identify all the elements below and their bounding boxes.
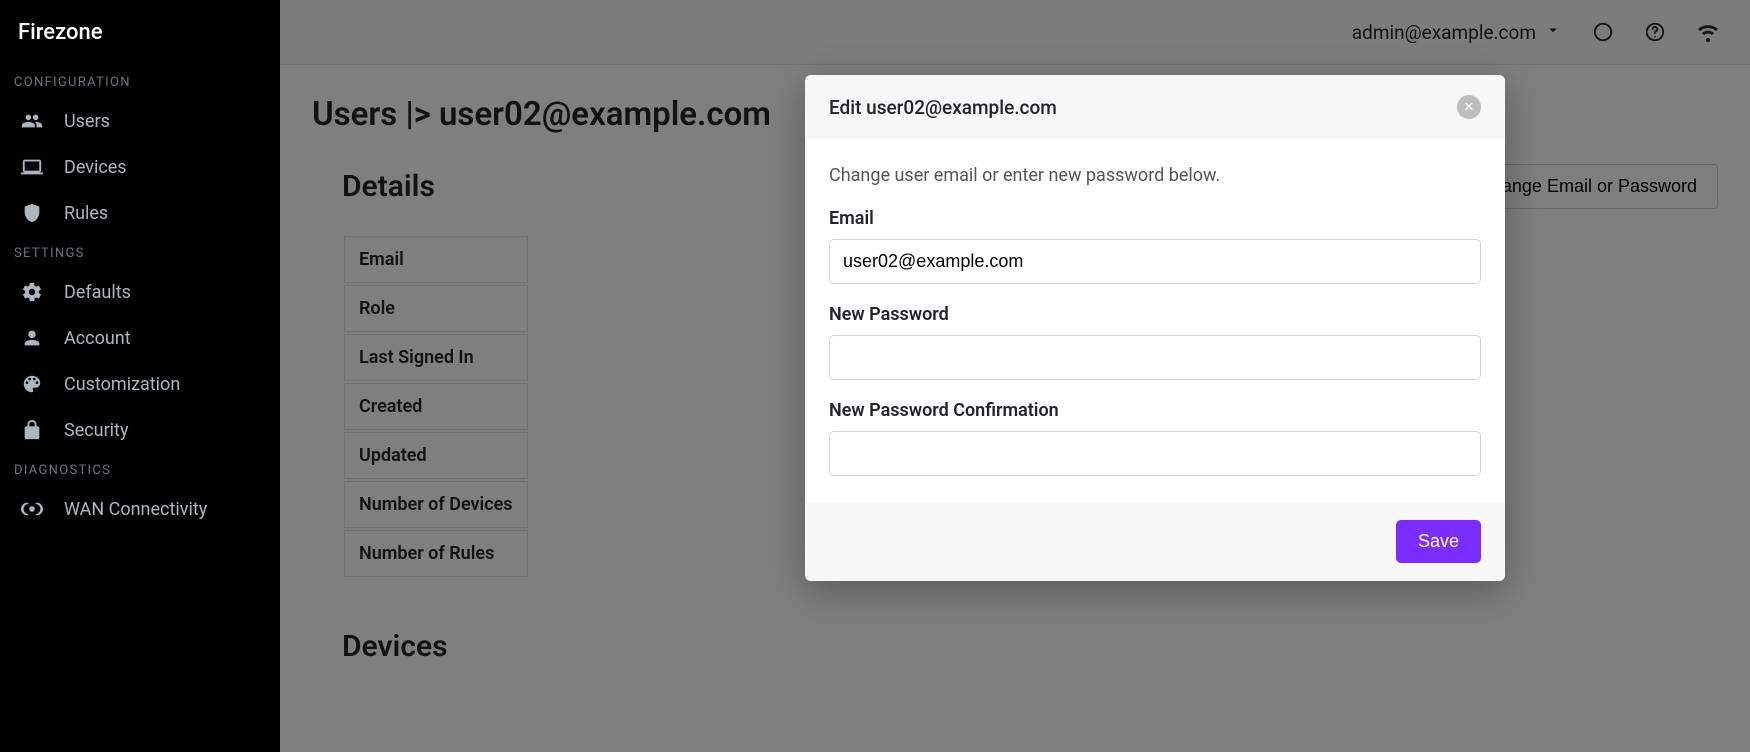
sidebar-section-diagnostics: DIAGNOSTICS	[0, 453, 280, 486]
sidebar-item-rules[interactable]: Rules	[0, 190, 280, 236]
antenna-icon	[18, 498, 46, 520]
sidebar-item-account[interactable]: Account	[0, 315, 280, 361]
sidebar-item-label: Rules	[64, 203, 108, 224]
laptop-icon	[18, 156, 46, 178]
email-label: Email	[829, 208, 1481, 229]
sidebar-item-label: Defaults	[64, 282, 131, 303]
modal-close-button[interactable]: ✕	[1457, 95, 1481, 119]
close-icon: ✕	[1464, 100, 1475, 115]
rules-icon	[18, 202, 46, 224]
save-button[interactable]: Save	[1396, 520, 1481, 563]
lock-icon	[18, 419, 46, 441]
sidebar-item-devices[interactable]: Devices	[0, 144, 280, 190]
sidebar-item-label: Customization	[64, 374, 180, 395]
sidebar-item-label: WAN Connectivity	[64, 499, 207, 520]
sidebar-item-label: Account	[64, 328, 131, 349]
brand[interactable]: Firezone	[0, 0, 280, 65]
sidebar-item-security[interactable]: Security	[0, 407, 280, 453]
sidebar-item-users[interactable]: Users	[0, 98, 280, 144]
sidebar-item-label: Users	[64, 111, 110, 132]
sidebar-item-label: Security	[64, 420, 128, 441]
sidebar-item-label: Devices	[64, 157, 127, 178]
new-password-label: New Password	[829, 304, 1481, 325]
sidebar: Firezone CONFIGURATION Users Devices Rul…	[0, 0, 280, 752]
modal-title: Edit user02@example.com	[829, 96, 1057, 119]
sidebar-item-defaults[interactable]: Defaults	[0, 269, 280, 315]
sidebar-item-customization[interactable]: Customization	[0, 361, 280, 407]
gear-icon	[18, 281, 46, 303]
sidebar-item-wan-connectivity[interactable]: WAN Connectivity	[0, 486, 280, 532]
users-icon	[18, 110, 46, 132]
email-field[interactable]	[829, 239, 1481, 284]
edit-user-modal: Edit user02@example.com ✕ Change user em…	[805, 75, 1505, 581]
confirm-password-label: New Password Confirmation	[829, 400, 1481, 421]
person-icon	[18, 327, 46, 349]
sidebar-section-settings: SETTINGS	[0, 236, 280, 269]
sidebar-section-configuration: CONFIGURATION	[0, 65, 280, 98]
modal-description: Change user email or enter new password …	[829, 165, 1481, 186]
palette-icon	[18, 373, 46, 395]
confirm-password-field[interactable]	[829, 431, 1481, 476]
new-password-field[interactable]	[829, 335, 1481, 380]
